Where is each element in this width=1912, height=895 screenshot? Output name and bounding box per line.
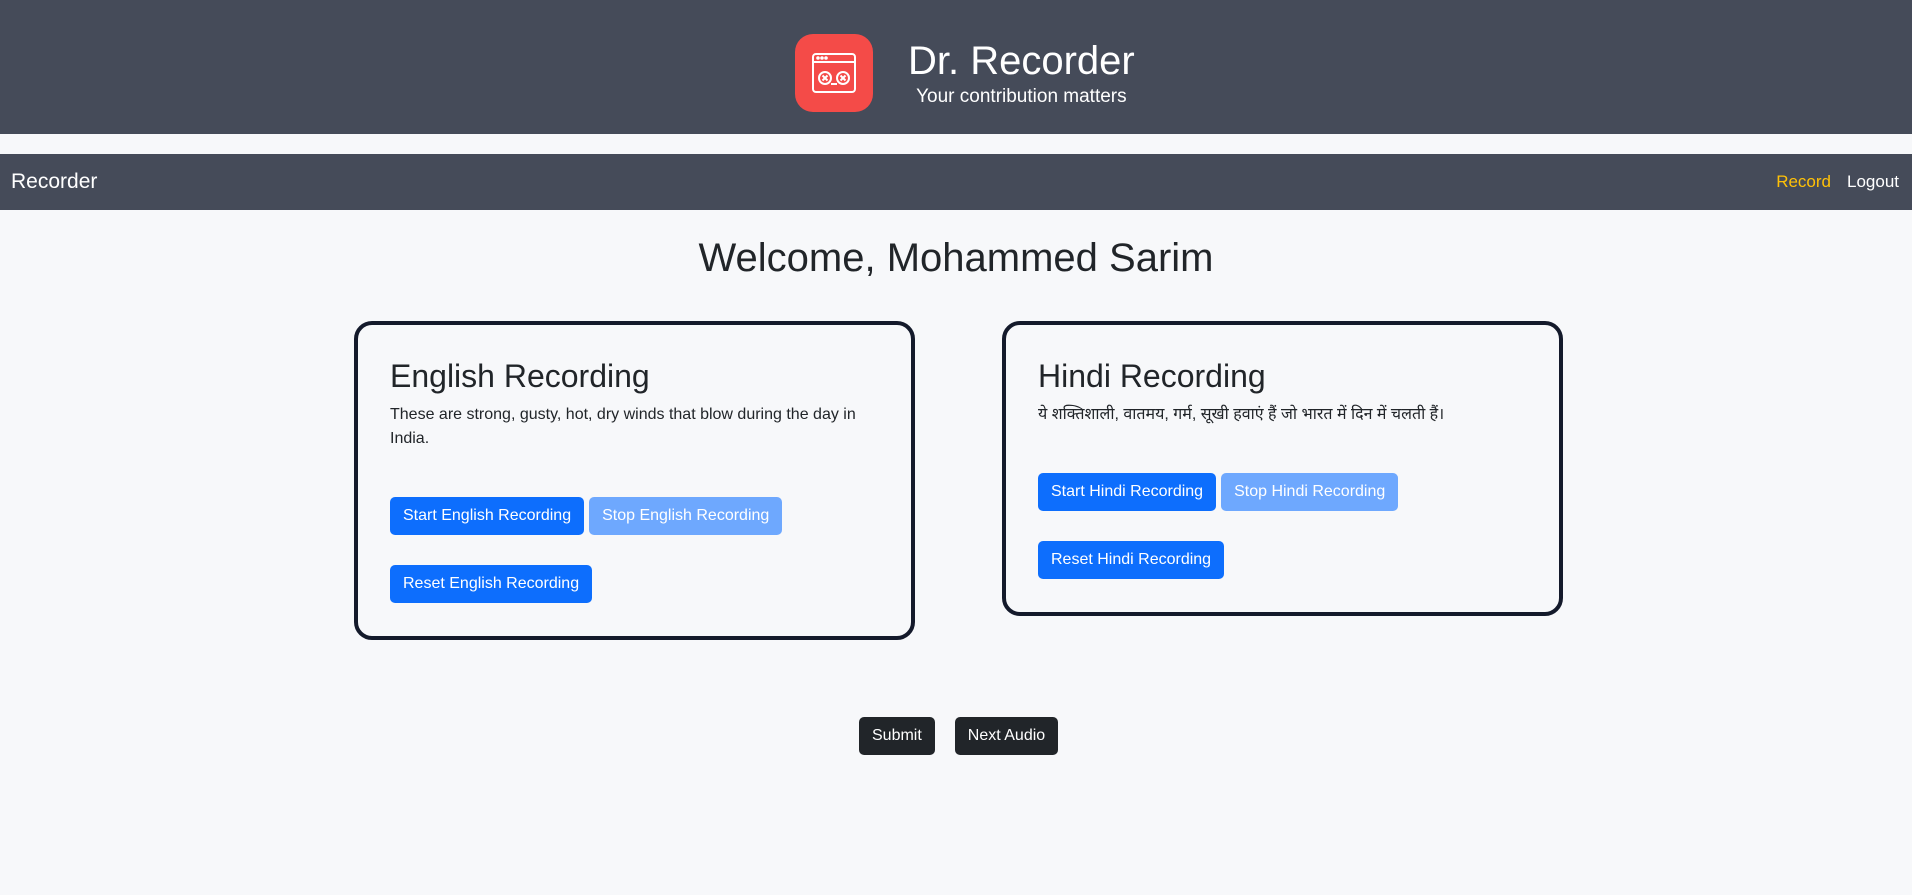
start-hindi-recording-button[interactable]: Start Hindi Recording — [1038, 473, 1217, 511]
stop-english-recording-button[interactable]: Stop English Recording — [589, 497, 783, 535]
welcome-heading: Welcome, Mohammed Sarim — [698, 236, 1214, 280]
reset-english-recording-button[interactable]: Reset English Recording — [390, 565, 593, 603]
hindi-control-row: Start Hindi Recording Stop Hindi Recordi… — [1038, 473, 1399, 511]
footer-actions: Submit Next Audio — [859, 717, 1059, 755]
brand-text: Dr. Recorder Your contribution matters — [908, 38, 1135, 108]
site-header: Dr. Recorder Your contribution matters — [0, 0, 1912, 134]
english-card-title: English Recording — [390, 358, 650, 394]
navbar-brand[interactable]: Recorder — [11, 169, 97, 195]
site-subtitle: Your contribution matters — [916, 86, 1127, 107]
english-reset-row: Reset English Recording — [390, 565, 593, 603]
stop-hindi-recording-button[interactable]: Stop Hindi Recording — [1221, 473, 1399, 511]
hindi-prompt-text: ये शक्तिशाली, वातमय, गर्म, सूखी हवाएं है… — [1038, 406, 1445, 423]
hindi-recording-card: Hindi Recording ये शक्तिशाली, वातमय, गर्… — [1002, 321, 1563, 616]
nav-links: Record Logout — [1760, 171, 1899, 193]
reset-hindi-recording-button[interactable]: Reset Hindi Recording — [1038, 541, 1225, 579]
hindi-card-title: Hindi Recording — [1038, 358, 1266, 394]
english-control-row: Start English Recording Stop English Rec… — [390, 497, 783, 535]
recorder-window-icon — [795, 34, 873, 112]
english-recording-card: English Recording These are strong, gust… — [354, 321, 915, 640]
start-english-recording-button[interactable]: Start English Recording — [390, 497, 585, 535]
hindi-reset-row: Reset Hindi Recording — [1038, 541, 1225, 579]
site-title: Dr. Recorder — [908, 39, 1135, 83]
navbar: Recorder Record Logout — [0, 154, 1912, 210]
brand: Dr. Recorder Your contribution matters — [795, 34, 1135, 112]
english-prompt-text: These are strong, gusty, hot, dry winds … — [390, 406, 856, 447]
nav-link-record[interactable]: Record — [1776, 171, 1831, 193]
submit-button[interactable]: Submit — [859, 717, 935, 755]
next-audio-button[interactable]: Next Audio — [954, 717, 1059, 755]
nav-link-logout[interactable]: Logout — [1847, 171, 1899, 193]
